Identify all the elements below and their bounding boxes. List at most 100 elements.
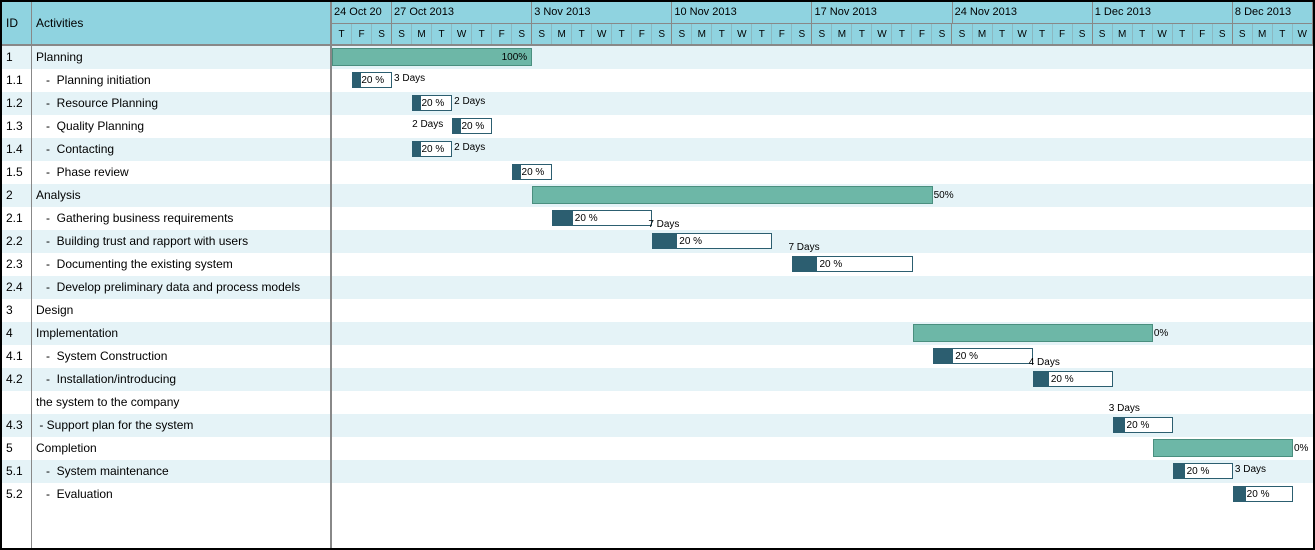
header-day: F [1053,24,1073,45]
row-activity: - Gathering business requirements [32,207,330,230]
header-week: 10 Nov 2013 [672,2,812,24]
gantt-left-columns: 11.11.21.31.41.522.12.22.32.4344.14.24.3… [2,46,332,548]
row-id: 5.1 [2,460,31,483]
row-activity: - Documenting the existing system [32,253,330,276]
header-day: M [1253,24,1273,45]
row-id: 4 [2,322,31,345]
task-progress [453,119,461,133]
task-progress [653,234,677,248]
row-id [2,391,31,414]
chart-row [332,391,1313,414]
header-day: S [392,24,412,45]
bar-percent-label: 50% [932,189,954,203]
bar-percent-label: 20 % [421,143,444,157]
summary-bar[interactable]: 50% [532,186,932,204]
chart-row [332,483,1313,506]
duration-label: 3 Days [1235,464,1266,475]
task-bar[interactable]: 20 % [1173,463,1233,479]
row-id: 2.1 [2,207,31,230]
bar-percent-label: 20 % [1187,465,1210,479]
header-week: 24 Oct 20 [332,2,392,24]
row-activity: - Support plan for the system [32,414,330,437]
bar-percent-label: 0% [1292,442,1308,456]
header-day: S [532,24,552,45]
header-day: M [1113,24,1133,45]
bar-percent-label: 20 % [421,97,444,111]
bar-percent-label: 20 % [955,350,978,364]
header-week: 27 Oct 2013 [392,2,532,24]
task-progress [1034,372,1050,386]
chart-row [332,345,1313,368]
gantt-chart: ID Activities 24 Oct 2027 Oct 20133 Nov … [0,0,1315,550]
summary-bar[interactable]: 0% [913,324,1153,342]
task-progress [513,165,521,179]
header-day: F [632,24,652,45]
row-activity: Design [32,299,330,322]
header-timeline: 24 Oct 2027 Oct 20133 Nov 201310 Nov 201… [332,2,1313,44]
task-bar[interactable]: 20 % [792,256,912,272]
task-progress [413,142,421,156]
task-progress [353,73,361,87]
duration-label: 2 Days [412,119,443,130]
task-bar[interactable]: 20 % [412,95,452,111]
task-progress [413,96,421,110]
row-activity: - Resource Planning [32,92,330,115]
row-activity: Implementation [32,322,330,345]
row-activity: Planning [32,46,330,69]
column-activities: Planning - Planning initiation - Resourc… [32,46,332,548]
header-week: 24 Nov 2013 [953,2,1093,24]
duration-label: 7 Days [788,242,819,253]
header-day: T [1033,24,1053,45]
chart-row [332,299,1313,322]
row-activity: - Contacting [32,138,330,161]
chart-row [332,230,1313,253]
header-day: W [1013,24,1033,45]
bar-percent-label: 20 % [461,120,484,134]
gantt-body: 11.11.21.31.41.522.12.22.32.4344.14.24.3… [2,46,1313,548]
header-day: F [492,24,512,45]
task-bar[interactable]: 20 % [652,233,772,249]
task-bar[interactable]: 20 % [1113,417,1173,433]
gantt-chart-area[interactable]: 100%20 %3 Days20 %2 Days20 %2 Days20 %2 … [332,46,1313,548]
row-id: 1.4 [2,138,31,161]
header-week: 8 Dec 2013 [1233,2,1313,24]
row-id: 4.3 [2,414,31,437]
task-bar[interactable]: 20 % [1233,486,1293,502]
row-id: 1.5 [2,161,31,184]
task-bar[interactable]: 20 % [452,118,492,134]
task-progress [934,349,954,363]
task-bar[interactable]: 20 % [512,164,552,180]
duration-label: 4 Days [1029,357,1060,368]
row-activity: - Planning initiation [32,69,330,92]
bar-percent-label: 20 % [361,74,384,88]
summary-bar[interactable]: 0% [1153,439,1293,457]
task-bar[interactable]: 20 % [933,348,1033,364]
header-day: S [932,24,952,45]
header-day: T [1173,24,1193,45]
header-day: S [1073,24,1093,45]
row-id: 1.3 [2,115,31,138]
header-day: S [372,24,392,45]
row-activity: the system to the company [32,391,330,414]
header-day: M [692,24,712,45]
duration-label: 3 Days [1109,403,1140,414]
task-bar[interactable]: 20 % [412,141,452,157]
task-bar[interactable]: 20 % [352,72,392,88]
header-day: M [552,24,572,45]
header-day: S [1093,24,1113,45]
bar-percent-label: 20 % [679,235,702,249]
task-bar[interactable]: 20 % [1033,371,1113,387]
header-day: T [993,24,1013,45]
header-day: M [412,24,432,45]
summary-bar[interactable]: 100% [332,48,532,66]
task-bar[interactable]: 20 % [552,210,652,226]
row-activity: - Develop preliminary data and process m… [32,276,330,299]
task-progress [1174,464,1186,478]
task-progress [553,211,573,225]
duration-label: 7 Days [648,219,679,230]
header-activities: Activities [32,2,332,44]
header-day: T [612,24,632,45]
header-day: F [912,24,932,45]
row-activity: - Building trust and rapport with users [32,230,330,253]
header-day: W [872,24,892,45]
